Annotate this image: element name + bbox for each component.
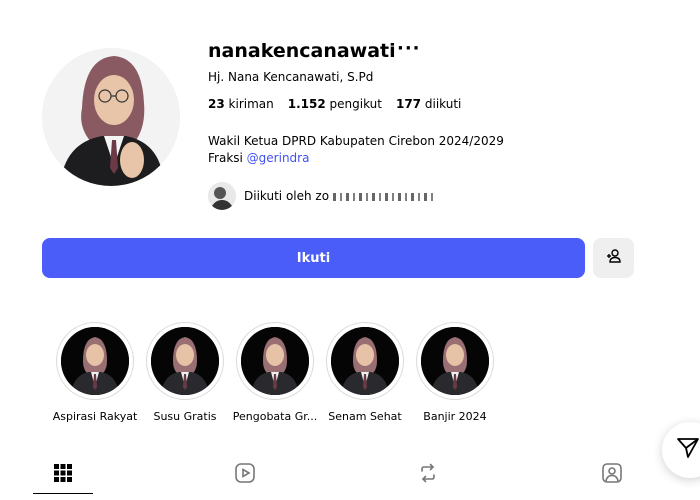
highlight-label: Banjir 2024 [423, 410, 487, 423]
tab-reposts[interactable] [398, 455, 458, 495]
tab-posts[interactable] [33, 455, 93, 495]
follow-button[interactable]: Ikuti [42, 238, 585, 278]
followers-stat[interactable]: 1.152 pengikut [288, 97, 382, 111]
more-options-icon[interactable]: ··· [397, 38, 421, 59]
followed-by[interactable]: Diikuti oleh zo [208, 182, 434, 210]
story-highlight[interactable]: Susu Gratis [140, 322, 230, 423]
profile-tabs [0, 455, 700, 495]
highlight-ring [56, 322, 134, 400]
bio-line-2: Fraksi @gerindra [208, 151, 310, 165]
story-highlight[interactable]: Senam Sehat [320, 322, 410, 423]
story-highlight[interactable]: Aspirasi Rakyat [50, 322, 140, 423]
bio-mention-link[interactable]: @gerindra [247, 151, 310, 165]
story-highlight[interactable]: Banjir 2024 [410, 322, 500, 423]
bio-line-1: Wakil Ketua DPRD Kabupaten Cirebon 2024/… [208, 134, 504, 148]
active-tab-indicator [33, 493, 93, 494]
obscured-names [333, 192, 434, 201]
story-highlight[interactable]: Pengobata Gr... [230, 322, 320, 423]
profile-avatar[interactable] [42, 48, 180, 186]
follower-avatar [208, 182, 236, 210]
highlight-label: Senam Sehat [328, 410, 402, 423]
profile-full-name: Hj. Nana Kencanawati, S.Pd [208, 70, 374, 84]
highlight-ring [236, 322, 314, 400]
highlight-cover [61, 327, 129, 395]
highlight-label: Pengobata Gr... [232, 410, 318, 423]
suggest-people-button[interactable] [593, 238, 634, 278]
person-add-icon [606, 248, 622, 268]
profile-stats: 23 kiriman 1.152 pengikut 177 diikuti [208, 97, 461, 111]
reels-icon [234, 462, 256, 488]
posts-stat: 23 kiriman [208, 97, 274, 111]
tab-tagged[interactable] [582, 455, 642, 495]
send-icon [676, 436, 700, 464]
grid-icon [53, 463, 73, 487]
followed-by-text: Diikuti oleh zo [244, 189, 330, 203]
highlight-cover [421, 327, 489, 395]
highlight-cover [331, 327, 399, 395]
repost-icon [417, 462, 439, 488]
highlight-cover [151, 327, 219, 395]
tab-reels[interactable] [215, 455, 275, 495]
highlight-label: Aspirasi Rakyat [52, 410, 138, 423]
profile-username: nanakencanawati [208, 40, 396, 62]
tagged-icon [601, 462, 623, 488]
highlight-ring [146, 322, 224, 400]
highlight-cover [241, 327, 309, 395]
highlight-label: Susu Gratis [153, 410, 217, 423]
following-stat[interactable]: 177 diikuti [396, 97, 461, 111]
highlight-ring [416, 322, 494, 400]
highlight-ring [326, 322, 404, 400]
